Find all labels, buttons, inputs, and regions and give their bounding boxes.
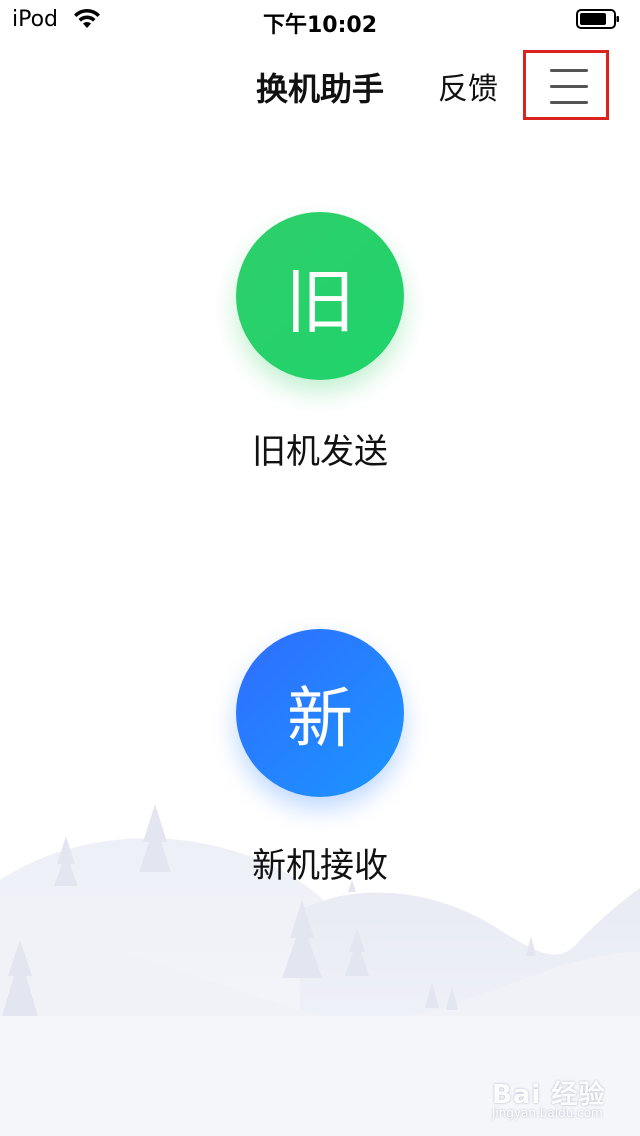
new-glyph-icon: 新 [287,680,353,757]
menu-button[interactable] [523,50,609,120]
old-glyph-icon: 旧 [285,260,355,343]
status-time: 下午10:02 [262,13,378,38]
baidu-jingyan-watermark: Bai 经验 jingyan.baidu.com [492,1062,622,1122]
watermark-subtext: jingyan.baidu.com [492,1106,603,1120]
status-bar: iPod 下午10:02 [0,0,640,40]
new-device-receive-button[interactable]: 新 [236,629,404,797]
battery-icon [576,9,619,29]
old-device-send-button[interactable]: 旧 [236,212,404,380]
feedback-button[interactable]: 反馈 [438,64,498,108]
old-device-send-label: 旧机发送 [252,432,388,472]
new-device-receive-label: 新机接收 [252,846,388,886]
